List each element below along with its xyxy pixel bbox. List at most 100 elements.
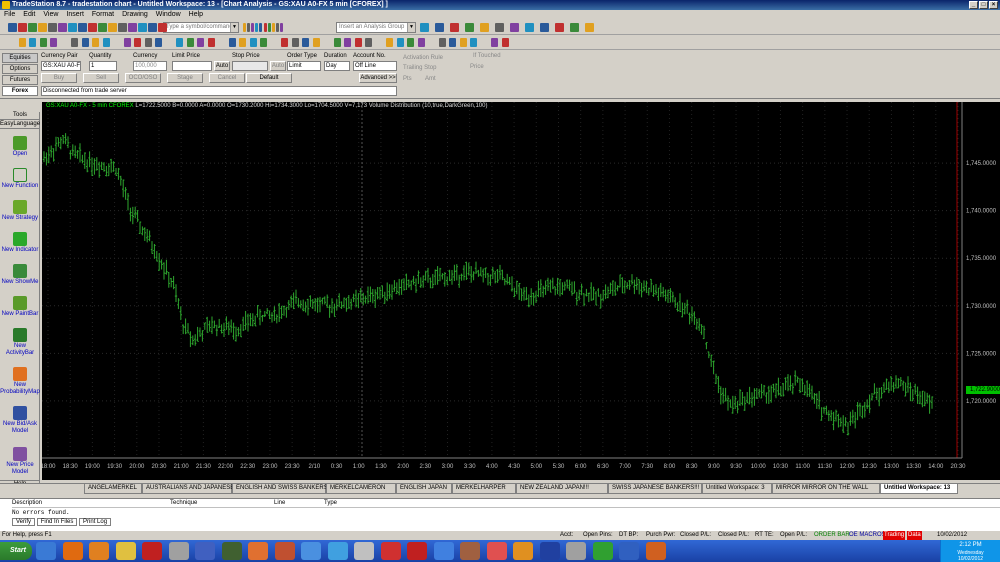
oco-oso-button[interactable]: OCO/OSO (125, 73, 161, 83)
drawing-tool-icon[interactable] (417, 38, 425, 47)
limit-auto-button[interactable]: Auto (214, 61, 230, 71)
quantity-field[interactable]: 1 (89, 61, 117, 71)
taskbar-app-icon[interactable] (486, 542, 507, 560)
drawing-tool-icon[interactable] (8, 38, 15, 47)
workspace-tab[interactable]: MERKELHARPER (452, 484, 516, 494)
currency-field[interactable]: 100,000 (133, 61, 167, 71)
undo-icon[interactable] (78, 23, 87, 32)
menu-view[interactable]: View (39, 10, 62, 20)
drawing-tool-icon[interactable] (144, 38, 152, 47)
drawing-tool-icon[interactable] (386, 38, 393, 47)
col-technique[interactable]: Technique (170, 500, 197, 506)
drawing-tool-icon[interactable] (239, 38, 246, 47)
taskbar-app-icon[interactable] (645, 542, 666, 560)
drawing-tool-icon[interactable] (155, 38, 162, 47)
new-activitybar-tool[interactable]: New ActivityBar (0, 328, 40, 357)
taskbar-app-icon[interactable] (592, 542, 613, 560)
workspace-tab[interactable]: Untitled Workspace: 3 (702, 484, 772, 494)
col-type[interactable]: Type (324, 500, 337, 506)
menu-file[interactable]: File (0, 10, 19, 20)
taskbar-app-icon[interactable] (433, 542, 454, 560)
chart-icon[interactable] (88, 23, 97, 32)
currency-pair-field[interactable]: GS:XAU A0-F (41, 61, 81, 71)
taskbar-app-icon[interactable] (407, 542, 427, 560)
account-select[interactable]: Off Line (353, 61, 397, 71)
tool-icon[interactable] (525, 23, 534, 32)
taskbar-app-icon[interactable] (566, 542, 586, 560)
drawing-tool-icon[interactable] (333, 38, 341, 47)
workspace-tab[interactable]: ENGLISH AND SWISS BANKERS (232, 484, 328, 494)
drawing-tool-icon[interactable] (501, 38, 509, 47)
tool-icon[interactable] (420, 23, 429, 32)
taskbar-app-icon[interactable] (354, 542, 374, 560)
print-icon[interactable] (38, 23, 47, 32)
drawing-tool-icon[interactable] (123, 38, 131, 47)
tool-icon[interactable] (510, 23, 519, 32)
taskbar-app-icon[interactable] (248, 542, 268, 560)
taskbar-app-icon[interactable] (221, 542, 242, 560)
advanced-button[interactable]: Advanced >> (359, 73, 397, 83)
drawing-tool-icon[interactable] (323, 38, 330, 47)
drawing-tool-icon[interactable] (302, 38, 309, 47)
tool-icon[interactable] (495, 23, 504, 32)
taskbar-app-icon[interactable] (301, 542, 321, 560)
drawing-tool-icon[interactable] (480, 38, 488, 47)
minimize-button[interactable]: _ (969, 1, 978, 9)
col-line[interactable]: Line (274, 500, 285, 506)
workspace-tab[interactable]: AUSTRALIANS AND JAPANESE (142, 484, 234, 494)
drawing-tool-icon[interactable] (102, 38, 110, 47)
tab-futures[interactable]: Futures (2, 75, 38, 85)
save-icon[interactable] (28, 23, 37, 32)
taskbar-app-icon[interactable] (619, 542, 639, 560)
order-bar-indicator[interactable]: ORDER BAR (814, 531, 850, 540)
paste-icon[interactable] (68, 23, 77, 32)
drawing-tool-icon[interactable] (449, 38, 456, 47)
menu-drawing[interactable]: Drawing (118, 10, 152, 20)
cut-icon[interactable] (48, 23, 57, 32)
radar-icon[interactable] (98, 23, 107, 32)
taskbar-app-icon[interactable] (36, 542, 56, 560)
duration-select[interactable]: Day (324, 61, 350, 71)
drawing-tool-icon[interactable] (207, 38, 215, 47)
new-probabilitymap-tool[interactable]: New ProbabilityMap (0, 367, 40, 396)
tool-icon[interactable] (555, 23, 564, 32)
analysis-group-select[interactable]: Insert an Analysis Group ▼ (336, 22, 416, 33)
cancel-button[interactable]: Cancel (209, 73, 245, 83)
stop-price-field[interactable] (232, 61, 268, 71)
tool-icon[interactable] (435, 23, 444, 32)
drawing-tool-icon[interactable] (407, 38, 414, 47)
drawing-tool-icon[interactable] (270, 38, 278, 47)
tool-icon[interactable] (540, 23, 549, 32)
tool-icon[interactable] (279, 23, 283, 32)
taskbar-app-icon[interactable] (62, 542, 83, 560)
if-touched-checkbox[interactable]: If Touched (473, 53, 501, 59)
maximize-button[interactable]: □ (979, 1, 988, 9)
drawing-tool-icon[interactable] (291, 38, 299, 47)
default-button[interactable]: Default (246, 73, 292, 83)
tool-icon[interactable] (251, 23, 255, 32)
drawing-tool-icon[interactable] (312, 38, 320, 47)
new-strategy-tool[interactable]: New Strategy (0, 200, 40, 222)
drawing-tool-icon[interactable] (60, 38, 68, 47)
close-button[interactable]: × (989, 1, 998, 9)
drawing-tool-icon[interactable] (428, 38, 435, 47)
drawing-tool-icon[interactable] (134, 38, 141, 47)
new-showme-tool[interactable]: New ShowMe (0, 264, 40, 286)
matrix-icon[interactable] (108, 23, 117, 32)
alert-icon[interactable] (158, 23, 167, 32)
tab-find-in-files[interactable]: Find In Files (36, 518, 78, 526)
tab-forex[interactable]: Forex (2, 86, 38, 96)
taskbar-app-icon[interactable] (460, 542, 480, 560)
start-button[interactable]: Start (0, 542, 32, 560)
new-price-model-tool[interactable]: New Price Model (0, 447, 40, 476)
workspace-tab[interactable]: ENGLISH JAPAN (396, 484, 452, 494)
news-icon[interactable] (128, 23, 137, 32)
tool-icon[interactable] (271, 23, 275, 32)
new-function-tool[interactable]: New Function (0, 168, 40, 190)
drawing-tool-icon[interactable] (218, 38, 225, 47)
tool-icon[interactable] (275, 23, 279, 32)
open-tool[interactable]: Open (0, 136, 40, 158)
drawing-tool-icon[interactable] (113, 38, 120, 47)
taskbar-app-icon[interactable] (195, 542, 215, 560)
drawing-tool-icon[interactable] (228, 38, 236, 47)
